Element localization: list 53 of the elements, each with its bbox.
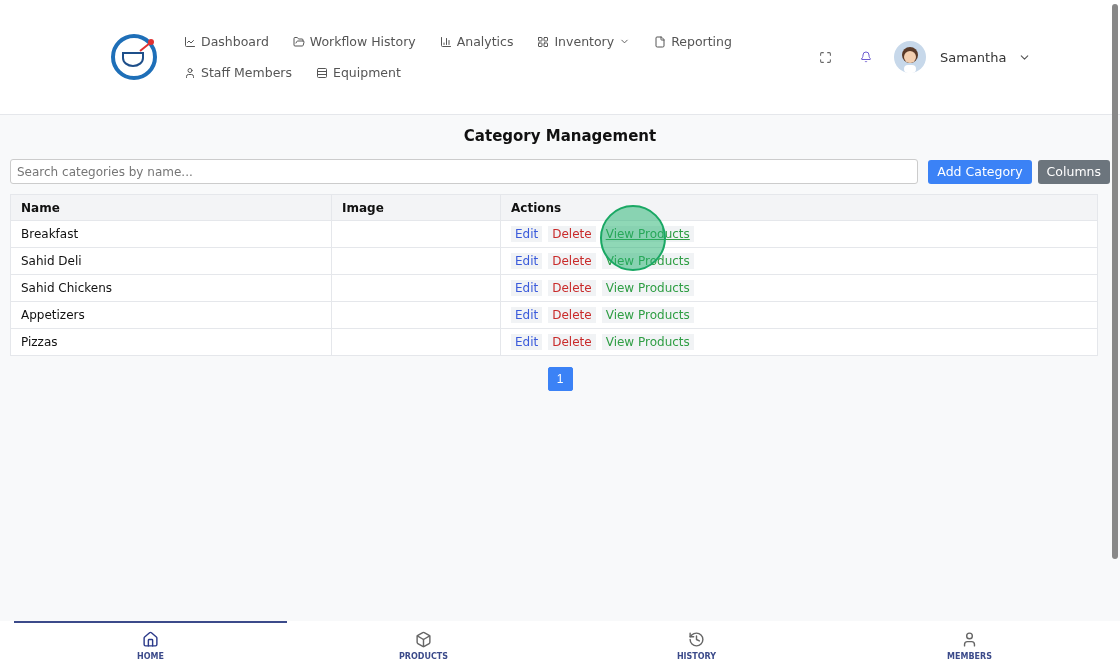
nav-link[interactable]: Equipment [316,65,401,80]
delete-button[interactable]: Delete [548,253,596,269]
bell-icon[interactable] [860,51,872,63]
file-icon [654,35,667,48]
nav-link[interactable]: Workflow History [292,34,416,49]
folder-icon [292,35,305,48]
column-header: Name [10,194,332,221]
page-title: Category Management [462,127,658,145]
bottom-nav-tab[interactable]: HOME [14,621,287,668]
view-button[interactable]: View Products [601,334,694,350]
list-icon [316,66,328,79]
home-icon [142,630,159,648]
delete-button[interactable]: Delete [548,307,596,323]
nav-link[interactable]: Staff Members [184,65,292,80]
history-icon [688,630,705,648]
table-cell: Pizzas [10,328,332,356]
nav-link[interactable]: Inventory [537,34,631,49]
bottom-nav-tab[interactable]: MEMBERS [833,621,1106,668]
avatar[interactable] [894,41,926,73]
nav-link[interactable]: Dashboard [184,34,269,49]
bottom-nav-tab[interactable]: HISTORY [560,621,833,668]
delete-button[interactable]: Delete [548,280,596,296]
edit-button[interactable]: Edit [511,307,543,323]
column-header: Image [331,194,501,221]
table-cell: Sahid Deli [10,247,332,275]
bar-chart-icon [439,35,452,48]
user-name[interactable]: Samantha [940,49,1007,65]
columns-button[interactable]: Columns [1037,159,1110,184]
edit-button[interactable]: Edit [511,226,543,242]
search-field[interactable]: Search categories by name... [10,159,919,184]
delete-button[interactable]: Delete [548,334,596,350]
view-button[interactable]: View Products [601,280,694,296]
logo [110,33,158,81]
user-icon [184,66,196,79]
table-cell: Sahid Chickens [10,274,332,302]
fullscreen-icon[interactable] [819,50,832,64]
bottom-nav-tab[interactable]: PRODUCTS [287,621,560,668]
nav-link[interactable]: Reporting [654,34,732,49]
table-cell: Breakfast [10,220,332,248]
page-button[interactable]: 1 [547,367,573,391]
edit-button[interactable]: Edit [511,334,543,350]
line-chart-icon [184,35,196,48]
view-button[interactable]: View Products [601,307,694,323]
table-cell: Appetizers [10,301,332,329]
nav-link[interactable]: Analytics [439,34,514,49]
edit-button[interactable]: Edit [511,280,543,296]
box-icon [415,630,432,648]
user-icon [961,630,978,648]
add-category-button[interactable]: Add Category [928,159,1032,184]
delete-button[interactable]: Delete [548,226,596,242]
grid-icon [537,35,550,48]
edit-button[interactable]: Edit [511,253,543,269]
column-header: Actions [500,194,1098,221]
